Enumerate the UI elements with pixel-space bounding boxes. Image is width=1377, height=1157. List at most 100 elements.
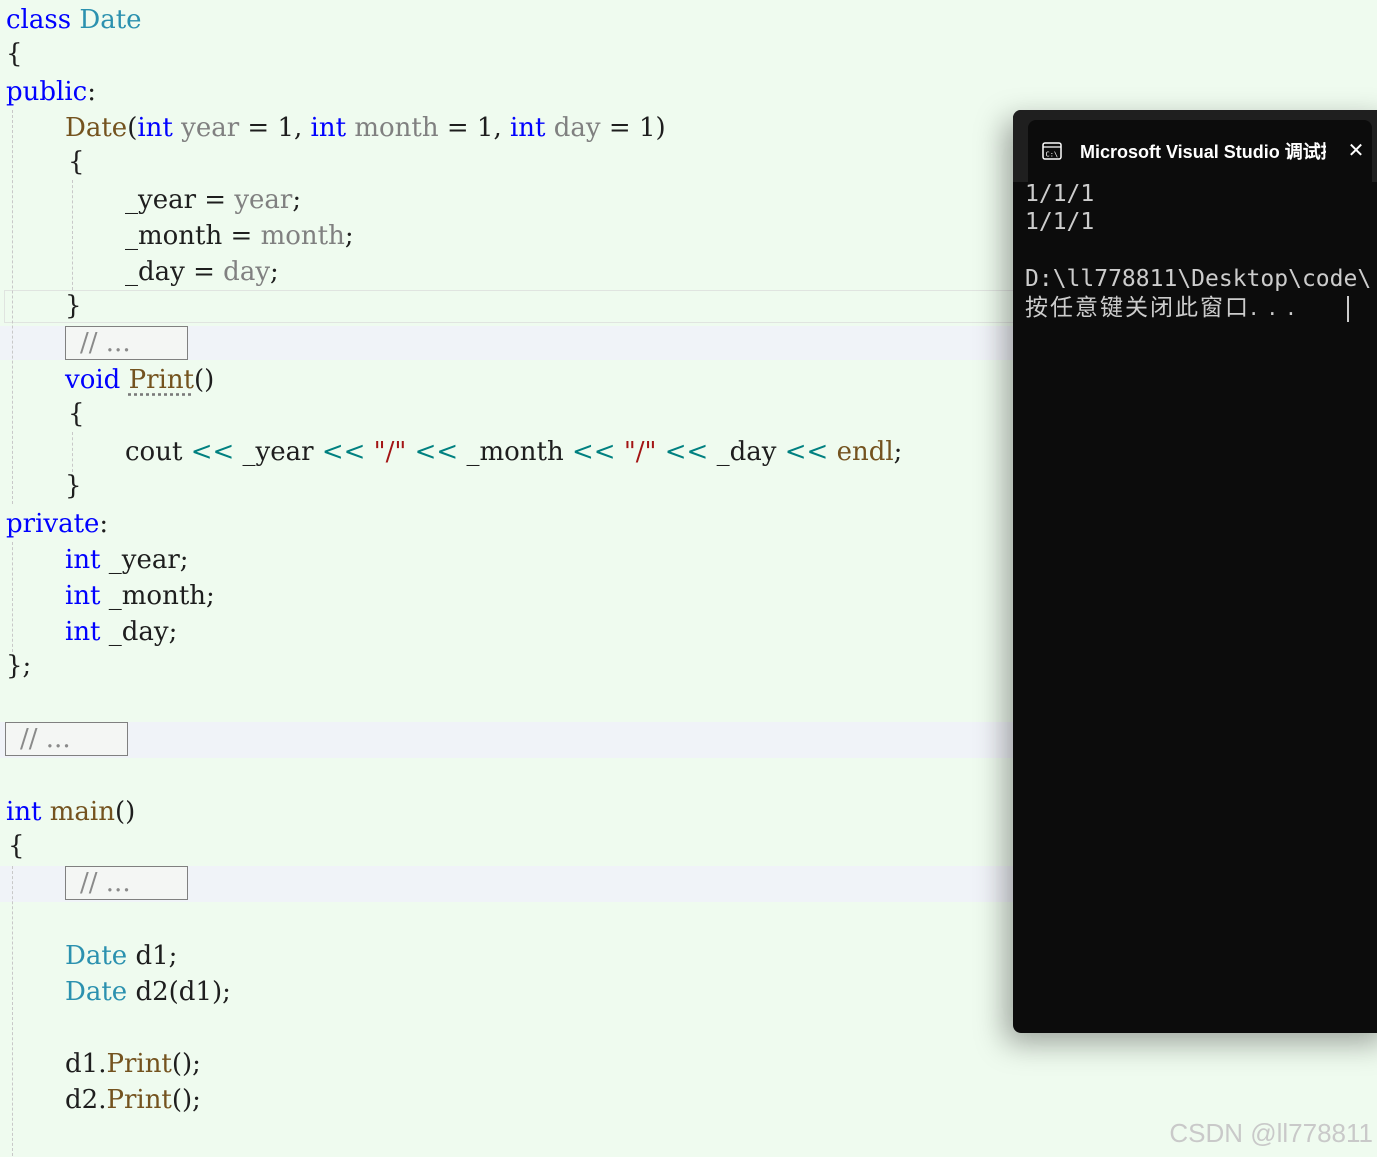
member-variable: _year (242, 437, 314, 467)
brace: { (8, 831, 25, 861)
variable: d2 (135, 977, 169, 1007)
code-line: int _day; (65, 617, 178, 647)
brace: { (68, 399, 85, 429)
number-literal: 1 (277, 113, 295, 143)
console-app-icon: C:\ (1042, 142, 1062, 160)
code-line: Date d1; (65, 941, 178, 971)
number-literal: 1 (476, 113, 494, 143)
variable: d1 (65, 1049, 99, 1079)
member-variable: _day (125, 257, 185, 287)
code-line: d1.Print(); (65, 1049, 201, 1079)
operator: << (321, 437, 366, 467)
function-name: Print (128, 365, 195, 395)
code-line: { (68, 396, 85, 432)
folded-code-button[interactable]: // ... (65, 326, 188, 360)
code-line: _month = month; (125, 221, 354, 251)
parameter: month (354, 113, 439, 143)
member-variable: _month (466, 437, 564, 467)
code-line: { (8, 828, 25, 864)
brace: } (65, 471, 82, 501)
parameter: day (553, 113, 601, 143)
svg-text:C:\: C:\ (1046, 151, 1059, 159)
member-variable: _month (108, 581, 207, 611)
number-literal: 1 (638, 113, 656, 143)
member-variable: _year (125, 185, 197, 215)
parameter: day (223, 257, 271, 287)
indent-guide (12, 110, 13, 504)
watermark: CSDN @ll778811 (1169, 1118, 1373, 1148)
debug-console-window[interactable]: C:\ Microsoft Visual Studio 调试控制台 ✕ 1/1/… (1013, 110, 1377, 1033)
code-line: class Date (6, 2, 142, 38)
member-variable: _month (125, 221, 223, 251)
keyword: int (509, 113, 546, 143)
console-tab[interactable]: C:\ Microsoft Visual Studio 调试控制台 ✕ (1028, 120, 1372, 182)
class-end: }; (6, 651, 32, 681)
text-cursor (1347, 296, 1349, 322)
colon: : (87, 77, 96, 107)
code-line: d2.Print(); (65, 1085, 201, 1115)
member-variable: _day (716, 437, 777, 467)
identifier: endl (836, 437, 894, 467)
operator: << (414, 437, 459, 467)
code-line: { (68, 144, 85, 180)
code-line: _day = day; (125, 257, 279, 287)
current-line-highlight (4, 290, 1014, 323)
operator: << (664, 437, 709, 467)
class-name: Date (65, 941, 128, 971)
console-path-line: D:\ll778811\Desktop\code\ (1025, 266, 1372, 292)
folded-region-band (0, 722, 1015, 758)
variable: d1 (135, 941, 169, 971)
console-prompt-line: 按任意键关闭此窗口. . . (1025, 295, 1297, 321)
constructor-name: Date (65, 113, 128, 143)
code-line: _year = year; (125, 185, 302, 215)
string-literal: "/" (623, 437, 657, 467)
code-line: { (6, 36, 23, 72)
folded-code-button[interactable]: // ... (5, 722, 128, 756)
code-line: cout << _year << "/" << _month << "/" <<… (125, 437, 903, 467)
member-variable: _year (108, 545, 180, 575)
access-specifier: private (6, 509, 100, 539)
code-line: Date(int year = 1, int month = 1, int da… (65, 113, 666, 143)
variable: d1 (178, 977, 212, 1007)
brace: } (65, 291, 82, 321)
parameter: month (260, 221, 345, 251)
parameter: year (234, 185, 293, 215)
keyword: int (65, 545, 101, 575)
console-output-line: 1/1/1 (1025, 181, 1095, 207)
indent-guide (12, 542, 13, 652)
brace: { (6, 39, 23, 69)
console-title: Microsoft Visual Studio 调试控制台 (1080, 142, 1326, 162)
console-titlebar[interactable]: C:\ Microsoft Visual Studio 调试控制台 ✕ (1013, 110, 1377, 182)
keyword: void (65, 365, 121, 395)
indent-guide (12, 866, 13, 1156)
code-line: int main() (6, 797, 136, 827)
code-line: int _year; (65, 545, 189, 575)
keyword: int (65, 581, 101, 611)
function-call: Print (106, 1085, 172, 1115)
class-name: Date (65, 977, 128, 1007)
function-name: main (49, 797, 115, 827)
access-specifier: public (6, 77, 88, 107)
code-line: }; (6, 648, 31, 684)
member-variable: _day (108, 617, 169, 647)
class-name: Date (79, 5, 142, 35)
operator: << (190, 437, 235, 467)
code-line: } (65, 468, 82, 504)
operator: << (571, 437, 616, 467)
keyword: int (310, 113, 347, 143)
keyword: int (65, 617, 101, 647)
identifier: cout (125, 437, 183, 467)
keyword: int (137, 113, 173, 143)
keyword: class (6, 5, 72, 35)
code-line: private: (6, 506, 108, 542)
parameter: year (181, 113, 240, 143)
code-line: Date d2(d1); (65, 977, 231, 1007)
code-line: public: (6, 74, 96, 110)
code-line: } (65, 288, 82, 324)
string-literal: "/" (373, 437, 407, 467)
function-call: Print (106, 1049, 172, 1079)
folded-code-button[interactable]: // ... (65, 866, 188, 900)
close-icon[interactable]: ✕ (1346, 138, 1366, 162)
indent-guide (72, 432, 73, 472)
operator: << (784, 437, 829, 467)
